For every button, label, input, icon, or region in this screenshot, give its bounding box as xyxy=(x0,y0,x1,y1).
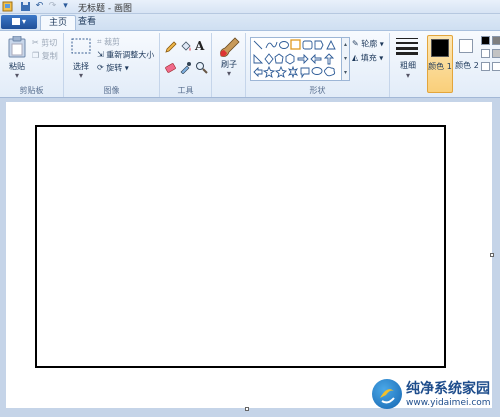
save-icon[interactable] xyxy=(20,1,31,12)
tools-group: A 工具 xyxy=(160,33,212,97)
outline-label: 轮廓 xyxy=(361,39,378,49)
copy-button[interactable]: ❐ 复制 xyxy=(32,51,58,62)
file-menu-button[interactable]: ▾ xyxy=(1,15,37,29)
paste-dropdown-icon: ▾ xyxy=(14,71,19,80)
customize-quick-access-icon[interactable]: ▾ xyxy=(60,1,71,12)
image-group-label: 图像 xyxy=(103,86,120,95)
palette-swatch-empty-1[interactable] xyxy=(481,62,490,71)
work-area xyxy=(0,98,500,417)
eraser-icon[interactable] xyxy=(164,61,177,74)
resize-icon: ⇲ xyxy=(97,50,104,59)
size-label: 粗细 xyxy=(400,61,416,70)
color1-swatch xyxy=(431,39,449,57)
watermark: 纯净系统家园 www.yidaimei.com xyxy=(372,376,500,417)
canvas-resize-handle-right[interactable] xyxy=(490,253,494,257)
select-button[interactable]: 选择 ▾ xyxy=(70,36,92,80)
crop-button[interactable]: ⌗ 裁剪 xyxy=(97,37,120,48)
outline-pen-icon: ✎ xyxy=(352,39,359,48)
resize-label: 重新调整大小 xyxy=(106,50,155,60)
redo-icon[interactable]: ↷ xyxy=(47,1,58,12)
palette-swatch-lightgray[interactable] xyxy=(492,49,500,58)
shapes-scroll[interactable]: ▴ ▾ ▾ xyxy=(342,37,350,81)
cut-button[interactable]: ✂ 剪切 xyxy=(32,38,57,49)
palette-swatch-gray[interactable] xyxy=(492,36,500,45)
drawing-canvas[interactable] xyxy=(6,102,492,408)
outline-button[interactable]: ✎ 轮廓 ▾ xyxy=(352,39,384,50)
color2-button[interactable]: 颜色 2 xyxy=(455,35,479,93)
watermark-name: 纯净系统家园 xyxy=(406,381,490,397)
color1-button[interactable]: 颜色 1 xyxy=(427,35,453,93)
copy-icon: ❐ xyxy=(32,51,40,60)
copy-label: 复制 xyxy=(41,51,58,61)
resize-button[interactable]: ⇲ 重新调整大小 xyxy=(97,50,154,61)
watermark-logo-icon xyxy=(372,379,402,409)
watermark-url: www.yidaimei.com xyxy=(406,398,491,408)
fill-button[interactable]: ◭ 填充 ▾ xyxy=(352,53,383,64)
palette-swatch-white[interactable] xyxy=(481,49,490,58)
clipboard-group: 粘贴 ▾ ✂ 剪切 ❐ 复制 剪贴板 xyxy=(0,33,64,97)
color2-label: 颜色 2 xyxy=(455,61,479,70)
crop-icon: ⌗ xyxy=(97,37,102,46)
brushes-group[interactable]: 刷子 ▾ xyxy=(212,33,246,97)
tools-group-label: 工具 xyxy=(177,86,194,95)
title-bar: ↶ ↷ ▾ 无标题 - 画图 xyxy=(0,0,500,14)
line-width-icon xyxy=(396,38,418,55)
scissors-icon: ✂ xyxy=(32,38,39,47)
ribbon: 粘贴 ▾ ✂ 剪切 ❐ 复制 剪贴板 选择 ▾ ⌗ 裁剪 ⇲ 重新调整大小 ⟳ … xyxy=(0,30,500,98)
magnifier-icon[interactable] xyxy=(195,61,208,74)
palette-swatch-black[interactable] xyxy=(481,36,490,45)
color1-label: 颜色 1 xyxy=(428,62,452,71)
file-menu-arrow: ▾ xyxy=(21,17,26,26)
menu-icon xyxy=(11,18,20,25)
rotate-label: 旋转 xyxy=(106,63,123,73)
rotate-icon: ⟳ xyxy=(97,63,104,72)
rotate-button[interactable]: ⟳ 旋转 ▾ xyxy=(97,63,129,74)
clipboard-icon xyxy=(8,36,26,58)
shapes-gallery-icons xyxy=(253,39,336,79)
undo-icon[interactable]: ↶ xyxy=(34,1,45,12)
drawn-rectangle[interactable] xyxy=(35,125,446,368)
image-group: 选择 ▾ ⌗ 裁剪 ⇲ 重新调整大小 ⟳ 旋转 ▾ 图像 xyxy=(64,33,160,97)
ribbon-tabs: ▾ 主页 查看 xyxy=(0,14,500,30)
brushes-dropdown-icon: ▾ xyxy=(226,69,231,78)
select-rectangle-icon xyxy=(71,38,91,54)
app-icon xyxy=(2,1,13,12)
text-icon[interactable]: A xyxy=(195,39,208,53)
select-dropdown-icon: ▾ xyxy=(78,71,83,80)
fill-bucket-icon[interactable] xyxy=(179,41,192,54)
fill-label: 填充 xyxy=(360,53,377,63)
color-picker-icon[interactable] xyxy=(179,61,192,74)
size-button[interactable]: 粗细 ▾ xyxy=(392,33,424,97)
canvas-resize-handle-bottom[interactable] xyxy=(245,407,249,411)
shapes-group-label: 形状 xyxy=(309,86,326,95)
tab-view[interactable]: 查看 xyxy=(70,15,104,30)
palette-swatch-empty-2[interactable] xyxy=(492,62,500,71)
color2-swatch xyxy=(459,39,473,53)
paste-button[interactable]: 粘贴 ▾ xyxy=(6,36,28,80)
shapes-gallery xyxy=(250,37,342,81)
size-dropdown-icon: ▾ xyxy=(405,71,410,80)
crop-label: 裁剪 xyxy=(104,37,121,47)
brush-icon xyxy=(220,37,240,57)
cut-label: 剪切 xyxy=(41,38,58,48)
shapes-group: ▴ ▾ ▾ ✎ 轮廓 ▾ ◭ 填充 ▾ 形状 xyxy=(246,33,390,97)
clipboard-group-label: 剪贴板 xyxy=(19,86,44,95)
fill-icon: ◭ xyxy=(352,53,359,62)
pencil-icon[interactable] xyxy=(164,41,177,54)
window-title: 无标题 - 画图 xyxy=(78,4,132,14)
